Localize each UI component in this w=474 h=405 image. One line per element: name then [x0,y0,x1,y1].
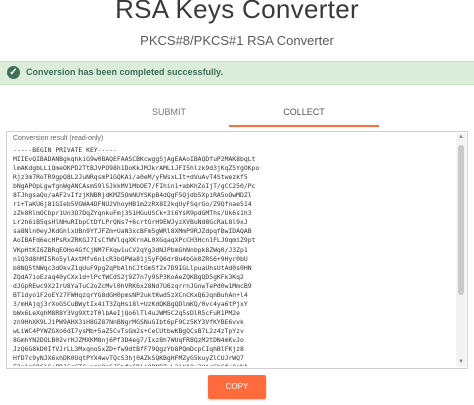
result-line: VKpHtKI6ZBRqEOHo4GfCjNM7FXqw1uCV2qYg3dNJ… [13,245,248,254]
page-header: RSA Keys Converter PKCS#8/PKCS#1 RSA Con… [0,0,474,57]
result-line: MIIEvQIBADANBgkqhkiG9w0BAQEFAASCBKcwggSj… [13,155,256,164]
result-line: AoIBAFd6ecHPsRxZRKGJ7IsCfWVlqqXKrnAL0XGq… [13,236,256,245]
result-line: Rjz3m7RoTR9gpQ8L2JuNRqsmP1GQKAi/a0eM/yFW… [13,173,248,182]
scrollbar-thumb[interactable] [458,145,464,295]
result-line: zZk8RlmOCbpr1Un3O7DqZYqnkuFmj3S1HGuUSCk+… [13,209,252,218]
result-line: Lr2h6iB5qsHlNHuRIbpCtDfLPrQNs7+6crtGrH9E… [13,218,248,227]
copy-button[interactable]: COPY [208,375,266,399]
result-line: 3/mHAjqj3rXoGSCuBWytIx4iT3ZqHsi8l+UzKdQK… [13,299,248,308]
result-line: F2n1zSDGlG+PDJ6g6T6xnzmQmGJ5bfm6Dlj9RNR7… [13,363,451,366]
result-line: 8TJhgsaQo/aAF2vIfzjKNBRjdKMZ5OmNUYSKpB4d… [13,191,252,200]
tab-bar: SUBMIT COLLECT [0,97,474,127]
result-line: lmAKdgbLLiQmeOKPD2TtBJVPO98h1DoKkJMJkrAM… [13,164,260,173]
result-line: ZQdA7ioEzaq40yCXx1d+lPcfWCdS2j9Z7n7y9SP3… [13,272,244,281]
alert-message: Conversion has been completed successful… [26,67,223,77]
result-label: Conversion result (read-only) [13,135,104,142]
result-line: sa8Nln0eyJKdGhlxUBn9YfJFZm+UaN3xcBFm5gWR… [13,227,252,236]
result-line: ri+TaKU6j81GIeb5VGWA4DFNU2VhoyHB1m2zRX8I… [13,200,252,209]
result-line: JzQ6G8kD0IfVJrLL3MxqnoSxZD+fw9dtBfF79Qgz… [13,345,244,354]
result-line: bWx6LeXqhM8R8Y3Vg9XtzT0lbAeIjQo6lTl4uJWM… [13,308,241,317]
result-panel: Conversion result (read-only) -----BEGIN… [6,131,468,369]
result-line: dJGpREwc9X2IrU8YaTuC2oZcMvl0hVRK6x28Nd7U… [13,281,252,290]
result-line: bNgAPOpLgwfgnWgANCAsmS9lSJkkMV1MbOE7/FIh… [13,182,256,191]
result-textarea[interactable]: -----BEGIN PRIVATE KEY----- MIIEvQIBADANB… [13,146,451,366]
check-icon: ✓ [7,66,20,79]
result-line: 8GmhYN2DOLB02vrHJZMXKM8nj6Pf3D4eg7/Ixz8h… [13,335,244,344]
scroll-down-icon[interactable]: ▼ [456,358,466,367]
result-line: HfD7c9yNJX6xhDK0UqtPYX4wvTQcS3hj0AZkSQKB… [13,354,244,363]
result-line: zn9HhXK9LJiPW9AHX3iH8GZ87NnBNgrMGSNuGIbt… [13,317,244,326]
scroll-up-icon[interactable]: ▲ [456,133,466,142]
success-alert: ✓ Conversion has been completed successf… [0,61,474,85]
result-line: wLiWC4PYWZGXo6dI7ysMb+5aZ5CvTsGm2s+CeCUt… [13,326,244,335]
tab-collect[interactable]: COLLECT [219,97,389,127]
result-line: b8NQ5tNWqc3dOkvZ1qUuF9pgZqPbAlhCJtGm5f2x… [13,263,252,272]
result-line: n1Q3d8hMI5Ro5ylAxtMfv6n1cR3bOPWa81j5yFQ6… [13,254,248,263]
scrollbar[interactable]: ▲ ▼ [456,133,466,367]
result-line: -----BEGIN PRIVATE KEY----- [13,146,117,154]
page-subtitle: PKCS#8/PKCS#1 RSA Converter [140,33,334,48]
result-line: BT1dyo1F2oEY27FWHqzqrYG8dGH0pmsNP2uktKwd… [13,290,248,299]
page-title: RSA Keys Converter [115,0,359,24]
